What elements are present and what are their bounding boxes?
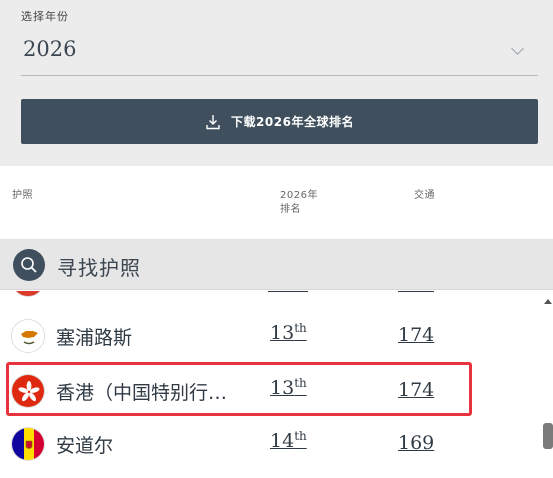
header-visa-free: 交通 <box>414 190 435 201</box>
scroll-up-arrow-icon[interactable] <box>544 299 552 304</box>
list-item[interactable] <box>0 291 540 301</box>
search-icon <box>21 257 37 273</box>
score-link[interactable]: 174 <box>398 324 434 346</box>
list-item[interactable]: 安道尔 14th 169 <box>0 417 540 471</box>
search-button[interactable] <box>13 249 45 281</box>
score-link[interactable]: 169 <box>398 432 434 454</box>
year-select-value: 2026 <box>23 37 77 61</box>
download-ranking-button[interactable]: 下载2026年全球排名 <box>21 99 538 144</box>
header-rank-line1: 2026年 <box>280 190 318 201</box>
search-label: 寻找护照 <box>57 256 141 280</box>
country-name: 塞浦路斯 <box>56 327 133 349</box>
scrollbar-thumb[interactable] <box>543 423 553 449</box>
year-select[interactable]: 2026 <box>21 28 538 76</box>
passport-search-bar[interactable]: 寻找护照 <box>0 240 553 290</box>
header-rank: 2026年 排名 <box>280 189 318 217</box>
highlight-box <box>6 362 472 416</box>
year-select-label: 选择年份 <box>21 10 69 23</box>
year-panel: 选择年份 2026 下载2026年全球排名 <box>0 0 553 166</box>
header-passport: 护照 <box>12 190 33 201</box>
download-icon <box>206 114 220 129</box>
andorra-flag-icon <box>11 427 45 461</box>
rank-link[interactable]: 14th <box>270 429 307 452</box>
score-underline <box>398 291 434 292</box>
header-rank-line2: 排名 <box>280 204 301 215</box>
rank-link[interactable]: 13th <box>270 321 307 344</box>
chevron-down-icon <box>511 42 524 55</box>
partial-flag-icon <box>11 291 45 297</box>
rank-underline <box>268 291 308 292</box>
country-name: 安道尔 <box>56 435 114 457</box>
download-button-label: 下载2026年全球排名 <box>231 115 354 129</box>
table-header: 护照 2026年 排名 交通 <box>0 166 553 240</box>
list-item[interactable]: 塞浦路斯 13th 174 <box>0 307 540 361</box>
cyprus-flag-icon <box>11 319 45 353</box>
